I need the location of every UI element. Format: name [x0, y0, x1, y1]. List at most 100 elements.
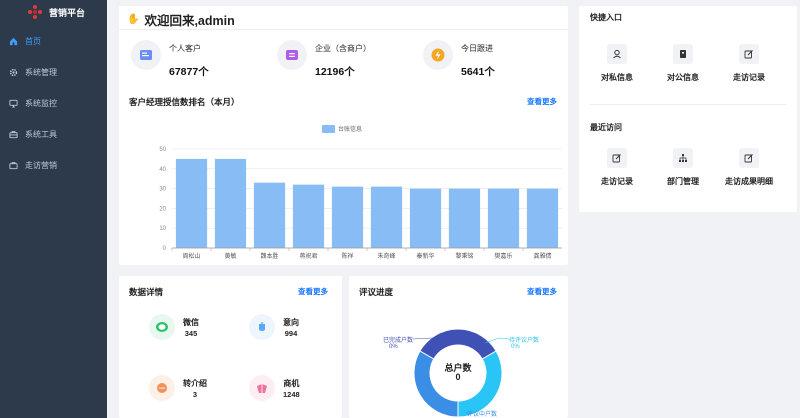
sidebar-item-label: 系统工具: [25, 130, 57, 139]
bar: [331, 186, 364, 248]
ranking-title: 客户经理授信数排名（本月）: [129, 97, 240, 107]
legend-swatch: [322, 124, 335, 133]
y-tick-label: 50: [159, 147, 166, 153]
x-tick-label: 樊嘉乐: [494, 252, 512, 260]
quick-link-label: 走访记录: [733, 73, 765, 82]
detail-label: 商机: [283, 378, 300, 388]
recent-item-department-management[interactable]: 部门管理: [651, 148, 715, 187]
welcome-text: 欢迎回来,admin: [144, 14, 235, 28]
stat-value: 5641个: [461, 66, 495, 78]
briefcase-icon: [8, 161, 18, 171]
app-logo[interactable]: 营销平台: [0, 0, 107, 24]
lightning-icon: [423, 40, 453, 70]
quick-access-card: 快捷入口 对私信息 对公信息 走访记录 最近访问 走访记录 部门管理 走访成果明…: [579, 6, 797, 212]
bar: [370, 186, 403, 248]
sidebar-item-label: 系统管理: [25, 68, 57, 77]
logo-icon: [28, 5, 42, 19]
edit-icon: [739, 44, 759, 64]
id-card-icon: [131, 40, 161, 70]
detail-value: 3: [192, 389, 198, 399]
quick-link-private-info[interactable]: 对私信息: [585, 44, 649, 83]
data-detail-more-link[interactable]: 查看更多: [298, 286, 328, 297]
detail-label: 意向: [283, 317, 299, 327]
recent-item-label: 走访记录: [601, 177, 633, 186]
x-tick-label: 陈祥: [341, 252, 353, 260]
recent-item-label: 部门管理: [667, 177, 699, 186]
stat-value: 67877个: [169, 66, 209, 78]
recent-visits-title: 最近访问: [590, 123, 622, 132]
detail-opportunity[interactable]: 商机 1248: [249, 375, 300, 401]
donut-slice: [413, 350, 459, 418]
sidebar: 营销平台 首页 系统管理 系统监控 系统工具 走访营销: [0, 0, 107, 418]
quick-link-label: 对私信息: [601, 73, 633, 82]
donut-slice: [419, 328, 497, 360]
welcome-heading: ✋ 欢迎回来,admin: [127, 10, 235, 29]
sidebar-item-label: 系统监控: [25, 99, 57, 108]
recent-item-visit-results-detail[interactable]: 走访成果明细: [717, 148, 781, 187]
quick-link-visit-records[interactable]: 走访记录: [717, 44, 781, 83]
divider: [119, 29, 568, 30]
detail-value: 994: [284, 328, 298, 338]
recent-item-label: 走访成果明细: [725, 177, 773, 186]
sidebar-item-system-tools[interactable]: 系统工具: [0, 119, 107, 150]
data-detail-card: 数据详情 查看更多 微信 345 意向 994 转介绍 3 商机 1248: [119, 276, 342, 418]
sidebar-item-system-monitor[interactable]: 系统监控: [0, 88, 107, 119]
quick-link-label: 对公信息: [667, 73, 699, 82]
detail-value: 345: [184, 328, 198, 338]
donut-center-value: 0: [455, 372, 460, 382]
bar: [292, 184, 325, 248]
edit-icon: [739, 148, 759, 168]
slice-pct-label: 0%: [511, 344, 520, 350]
stat-personal-customers: 个人客户 67877个: [131, 40, 209, 79]
x-tick-label: 秦新华: [416, 252, 434, 260]
app-title: 营销平台: [49, 7, 86, 18]
sidebar-item-home[interactable]: 首页: [0, 26, 107, 57]
stat-label: 企业（含商户）: [315, 44, 371, 53]
x-tick-label: 黄敏: [224, 252, 236, 260]
x-tick-label: 黎秉铭: [455, 252, 473, 260]
detail-referral[interactable]: 转介绍 3: [149, 375, 207, 401]
monitor-icon: [8, 99, 18, 109]
bar: [487, 188, 520, 248]
x-tick-label: 龚雅倩: [533, 252, 551, 260]
bar: [409, 188, 442, 248]
detail-value: 1248: [283, 389, 300, 399]
hand-icon: ✋: [127, 14, 140, 25]
x-tick-label: 魏本胜: [260, 252, 278, 260]
detail-wechat[interactable]: 微信 345: [149, 314, 199, 340]
building-icon: [673, 44, 693, 64]
bar: [175, 158, 208, 248]
home-icon: [8, 37, 18, 47]
ranking-more-link[interactable]: 查看更多: [527, 96, 557, 107]
sidebar-item-label: 首页: [25, 37, 41, 46]
detail-intention[interactable]: 意向 994: [249, 314, 299, 340]
chart-legend[interactable]: 台账信息: [322, 124, 362, 133]
x-tick-label: 朱奇峰: [377, 252, 395, 260]
stat-label: 个人客户: [169, 44, 201, 53]
sidebar-item-system-management[interactable]: 系统管理: [0, 57, 107, 88]
x-tick-label: 周松山: [182, 252, 200, 260]
data-detail-title: 数据详情: [129, 287, 164, 297]
cup-icon: [249, 314, 275, 340]
y-tick-label: 20: [159, 206, 166, 212]
stat-value: 12196个: [315, 66, 355, 78]
enterprise-icon: [277, 40, 307, 70]
wechat-icon: [149, 314, 175, 340]
review-progress-card: 评议进度 查看更多 总户数 0 已完成户数 0% 待评议户数 0% 评议中户数: [349, 276, 568, 418]
sidebar-item-visit-marketing[interactable]: 走访营销: [0, 150, 107, 181]
divider: [590, 104, 786, 105]
stat-enterprise: 企业（含商户） 12196个: [277, 40, 371, 79]
quick-link-corporate-info[interactable]: 对公信息: [651, 44, 715, 83]
bar: [526, 188, 559, 248]
gift-icon: [249, 375, 275, 401]
slice-name-label: 待评议户数: [509, 336, 539, 344]
legend-label: 台账信息: [338, 127, 363, 133]
recent-item-visit-records[interactable]: 走访记录: [585, 148, 649, 187]
stat-today-followup: 今日跟进 5641个: [423, 40, 495, 79]
review-donut-chart: 总户数 0 已完成户数0%待评议户数0%评议中户数: [383, 328, 539, 418]
bar: [214, 158, 247, 248]
welcome-card: ✋ 欢迎回来,admin 个人客户 67877个 企业（含商户） 12196个 今日…: [119, 6, 568, 265]
sidebar-item-label: 走访营销: [25, 161, 57, 170]
edit-icon: [607, 148, 627, 168]
y-tick-label: 40: [159, 167, 166, 173]
